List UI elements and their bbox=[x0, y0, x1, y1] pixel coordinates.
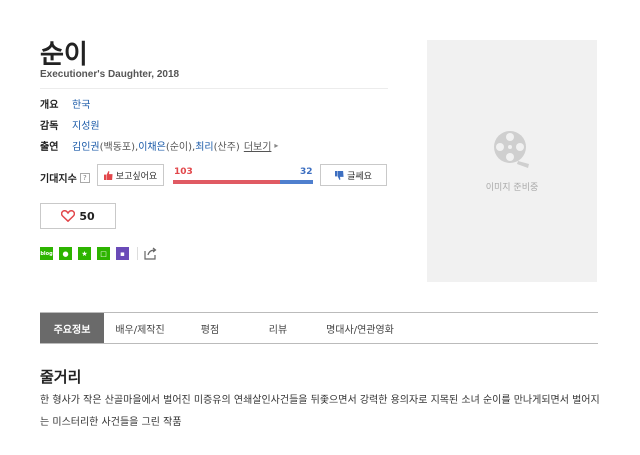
share-icon[interactable] bbox=[144, 247, 157, 260]
expectation-label-text: 기대지수 bbox=[40, 174, 77, 185]
cast-link-2[interactable]: 이채은 bbox=[138, 138, 166, 153]
nowant-label: 글쎄요 bbox=[347, 171, 372, 182]
tab-review[interactable]: 리뷰 bbox=[244, 313, 312, 343]
movie-subtitle: Executioner's Daughter, 2018 bbox=[40, 69, 180, 80]
bookmark-star-icon[interactable]: ★ bbox=[78, 247, 91, 260]
overview-row: 개요 한국 bbox=[40, 96, 90, 111]
nowant-bar-fill bbox=[279, 180, 313, 184]
cast-link-3[interactable]: 최리 bbox=[195, 138, 213, 153]
synopsis-text: 한 형사가 작은 산골마을에서 벌어진 미증유의 연쇄살인사건들을 뒤좇으면서 … bbox=[40, 395, 600, 428]
like-button[interactable]: 50 bbox=[40, 203, 116, 229]
overview-label: 개요 bbox=[40, 100, 59, 111]
poster-placeholder-text: 이미지 준비중 bbox=[485, 183, 539, 193]
cast-role-2: (순이), bbox=[165, 142, 196, 153]
expectation-bar bbox=[173, 180, 313, 184]
cast-role-1: (백동포), bbox=[99, 142, 139, 153]
tab-cast-crew[interactable]: 배우/제작진 bbox=[104, 313, 176, 343]
like-count: 50 bbox=[79, 209, 95, 223]
synopsis-title: 줄거리 bbox=[40, 368, 82, 386]
cast-link-1[interactable]: 김인권 bbox=[72, 138, 100, 153]
chevron-right-icon: ▸ bbox=[274, 141, 279, 150]
question-icon[interactable]: ? bbox=[79, 172, 90, 183]
divider bbox=[40, 88, 388, 89]
overview-value-link[interactable]: 한국 bbox=[72, 96, 90, 111]
nowant-count: 32 bbox=[300, 167, 313, 177]
thumbs-up-icon bbox=[103, 170, 113, 180]
tab-quotes-related[interactable]: 명대사/연관영화 bbox=[312, 313, 408, 343]
tab-main-info[interactable]: 주요정보 bbox=[40, 313, 104, 343]
want-label: 보고싶어요 bbox=[115, 171, 158, 182]
want-bar-fill bbox=[173, 180, 280, 184]
cast-row: 출연 김인권 (백동포), 이채은 (순이), 최리 (산주) 더보기 ▸ bbox=[40, 138, 278, 153]
film-reel-icon bbox=[494, 131, 529, 168]
thumbs-down-icon bbox=[335, 170, 344, 180]
movie-title: 순이 bbox=[40, 40, 88, 70]
director-link[interactable]: 지성원 bbox=[72, 117, 100, 132]
director-label: 감독 bbox=[40, 121, 59, 132]
calendar-icon[interactable]: ▪ bbox=[116, 247, 129, 260]
blog-icon[interactable]: blog bbox=[40, 247, 53, 260]
director-row: 감독 지성원 bbox=[40, 117, 100, 132]
cast-role-3: (산주) bbox=[213, 142, 240, 153]
more-cast-link[interactable]: 더보기 bbox=[244, 138, 272, 153]
cast-label: 출연 bbox=[40, 142, 59, 153]
tab-rating[interactable]: 평점 bbox=[176, 313, 244, 343]
divider bbox=[137, 247, 138, 260]
memo-icon[interactable]: □ bbox=[97, 247, 110, 260]
expectation-label: 기대지수 ? bbox=[40, 170, 90, 185]
share-icons: blog ● ★ □ ▪ bbox=[40, 247, 157, 260]
tab-bar: 주요정보 배우/제작진 평점 리뷰 명대사/연관영화 bbox=[40, 312, 598, 344]
band-icon[interactable]: ● bbox=[59, 247, 72, 260]
not-sure-button[interactable]: 글쎄요 bbox=[320, 164, 387, 186]
heart-icon bbox=[61, 210, 76, 222]
want-count: 103 bbox=[174, 167, 193, 177]
want-to-see-button[interactable]: 보고싶어요 bbox=[97, 164, 164, 186]
poster-placeholder: 이미지 준비중 bbox=[427, 40, 597, 282]
